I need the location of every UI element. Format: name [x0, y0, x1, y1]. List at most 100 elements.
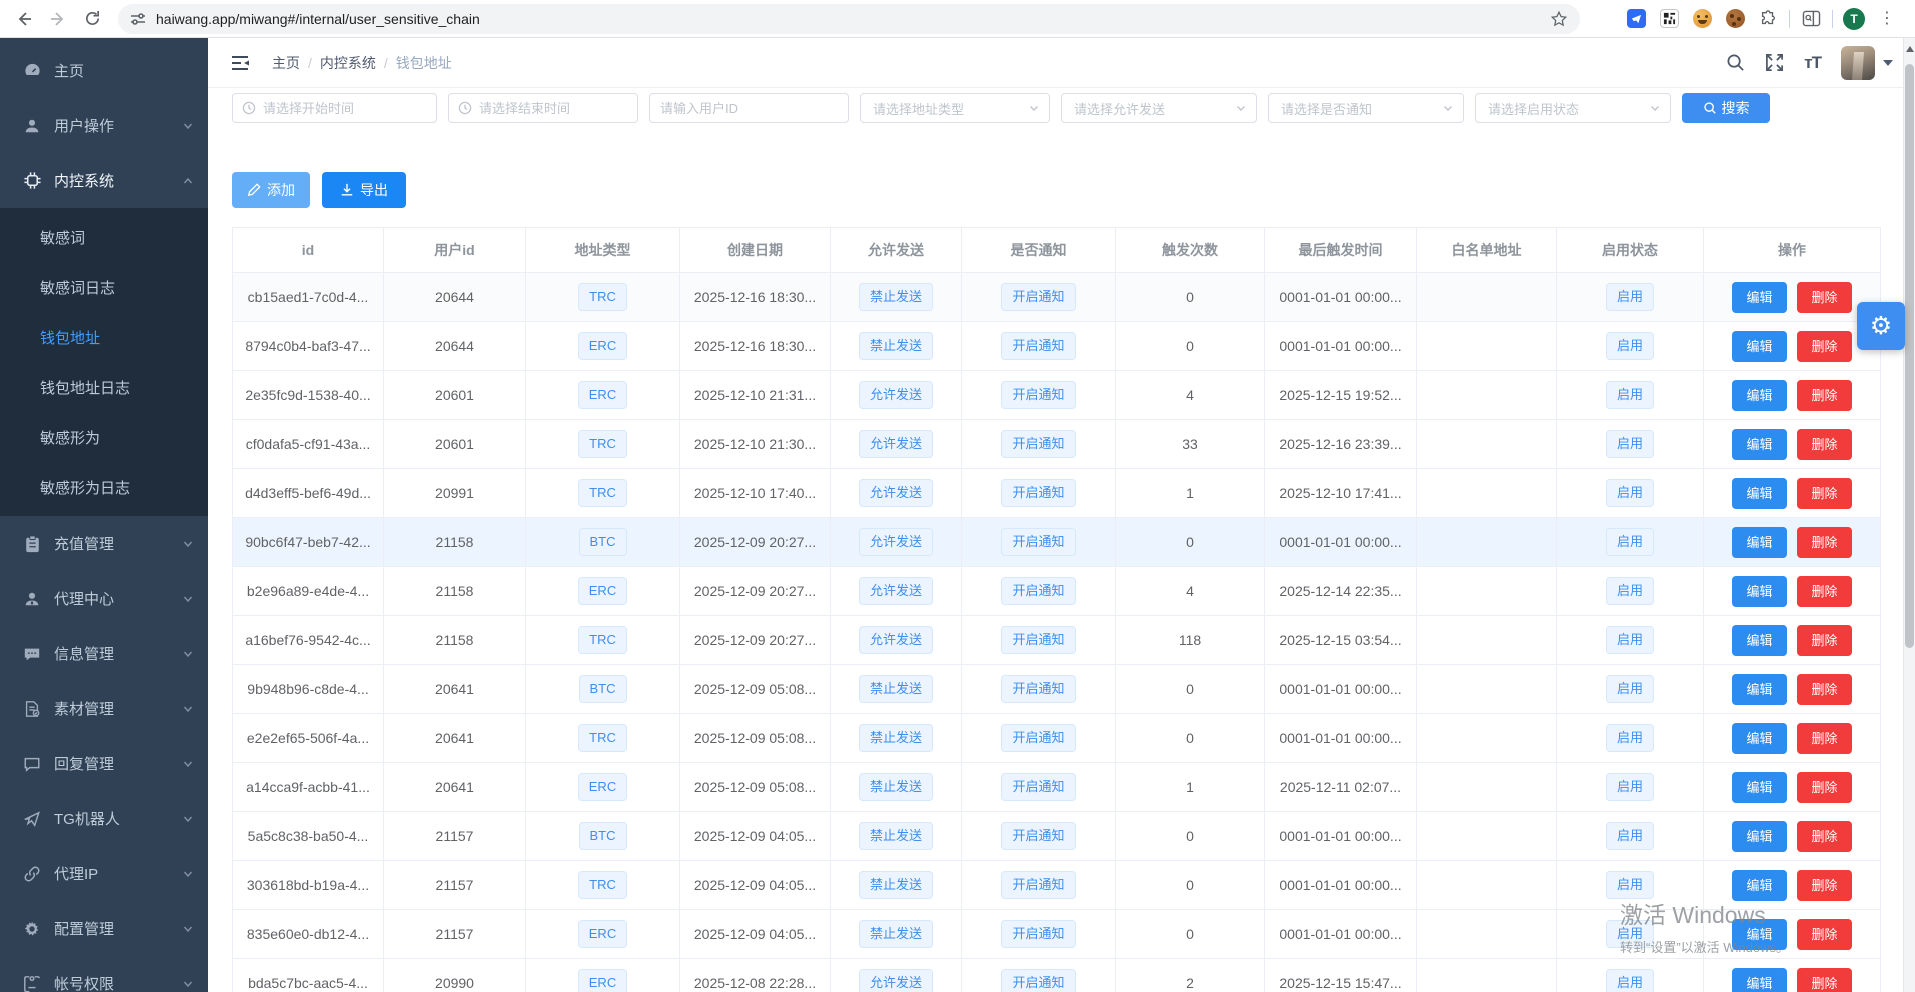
cell-created-date: 2025-12-09 04:05...	[680, 812, 831, 861]
sidebar-item-2[interactable]: 内控系统	[0, 153, 208, 208]
allow-send-tag: 允许发送	[859, 528, 933, 556]
address-type-select[interactable]: 请选择地址类型	[860, 93, 1050, 123]
side-panel-search-icon[interactable]	[1799, 7, 1823, 31]
delete-button[interactable]: 删除	[1797, 870, 1852, 901]
extensions-puzzle-icon[interactable]	[1756, 7, 1780, 31]
cell-last-trigger-time: 0001-01-01 00:00...	[1265, 273, 1417, 322]
sidebar-item-7[interactable]: 回复管理	[0, 736, 208, 791]
notify-select[interactable]: 请选择是否通知	[1268, 93, 1464, 123]
delete-button[interactable]: 删除	[1797, 821, 1852, 852]
edit-button[interactable]: 编辑	[1732, 576, 1787, 607]
edit-button[interactable]: 编辑	[1732, 821, 1787, 852]
sidebar-item-label: 主页	[54, 60, 84, 81]
edit-button[interactable]: 编辑	[1732, 772, 1787, 803]
delete-button[interactable]: 删除	[1797, 331, 1852, 362]
delete-button[interactable]: 删除	[1797, 968, 1852, 992]
bookmark-star-icon[interactable]	[1550, 10, 1568, 28]
delete-button[interactable]: 删除	[1797, 674, 1852, 705]
edit-button[interactable]: 编辑	[1732, 331, 1787, 362]
fullscreen-icon[interactable]	[1765, 53, 1784, 72]
start-time-input[interactable]	[232, 93, 437, 123]
delete-button[interactable]: 删除	[1797, 429, 1852, 460]
end-time-input[interactable]	[448, 93, 638, 123]
sidebar-item-10[interactable]: 配置管理	[0, 901, 208, 956]
site-settings-icon[interactable]	[130, 11, 146, 27]
edit-button[interactable]: 编辑	[1732, 968, 1787, 992]
cell-id: cb15aed1-7c0d-4...	[233, 273, 384, 322]
chevron-down-icon	[182, 868, 194, 880]
edit-button[interactable]: 编辑	[1732, 429, 1787, 460]
edit-button[interactable]: 编辑	[1732, 625, 1787, 656]
edit-button[interactable]: 编辑	[1732, 282, 1787, 313]
search-icon[interactable]	[1726, 53, 1745, 72]
user-id-input[interactable]	[649, 93, 849, 123]
breadcrumb-internal-system[interactable]: 内控系统	[320, 53, 376, 73]
qr-extension-icon[interactable]	[1657, 7, 1681, 31]
sidebar-subitem-1[interactable]: 敏感词日志	[0, 262, 208, 312]
notify-tag: 开启通知	[1001, 528, 1075, 556]
delete-button[interactable]: 删除	[1797, 527, 1852, 558]
sidebar-item-9[interactable]: 代理IP	[0, 846, 208, 901]
delete-button[interactable]: 删除	[1797, 625, 1852, 656]
delete-button[interactable]: 删除	[1797, 380, 1852, 411]
edit-button[interactable]: 编辑	[1732, 380, 1787, 411]
add-button[interactable]: 添加	[232, 172, 310, 208]
export-button[interactable]: 导出	[322, 172, 406, 208]
cookie-extension-icon[interactable]	[1723, 7, 1747, 31]
delete-button[interactable]: 删除	[1797, 772, 1852, 803]
delete-button[interactable]: 删除	[1797, 576, 1852, 607]
browser-profile-avatar[interactable]: T	[1842, 7, 1866, 31]
sidebar-item-5[interactable]: 信息管理	[0, 626, 208, 681]
breadcrumb-home[interactable]: 主页	[272, 53, 300, 73]
address-type-tag: BTC	[579, 822, 627, 850]
sidebar-subitem-3[interactable]: 钱包地址日志	[0, 362, 208, 412]
reload-icon[interactable]	[78, 5, 106, 33]
allow-send-select[interactable]: 请选择允许发送	[1061, 93, 1257, 123]
sidebar-subitem-5[interactable]: 敏感形为日志	[0, 462, 208, 512]
delete-button[interactable]: 删除	[1797, 919, 1852, 950]
back-icon[interactable]	[10, 5, 38, 33]
sidebar-item-3[interactable]: 充值管理	[0, 516, 208, 571]
cell-last-trigger-time: 2025-12-15 19:52...	[1265, 371, 1417, 420]
forward-icon[interactable]	[44, 5, 72, 33]
start-time-input[interactable]	[233, 94, 436, 122]
delete-button[interactable]: 删除	[1797, 478, 1852, 509]
font-size-icon[interactable]: ᴛT	[1804, 53, 1821, 73]
end-time-input[interactable]	[449, 94, 637, 122]
edit-button[interactable]: 编辑	[1732, 674, 1787, 705]
edit-button[interactable]: 编辑	[1732, 723, 1787, 754]
delete-button[interactable]: 删除	[1797, 723, 1852, 754]
address-type-tag: BTC	[579, 528, 627, 556]
user-id-input[interactable]	[650, 94, 848, 122]
page-scrollbar[interactable]	[1903, 38, 1915, 992]
sidebar-subitem-2[interactable]: 钱包地址	[0, 312, 208, 362]
sidebar-item-label: 帐号权限	[54, 973, 114, 992]
sidebar-item-11[interactable]: 帐号权限	[0, 956, 208, 992]
enable-status-select[interactable]: 请选择启用状态	[1475, 93, 1671, 123]
address-bar[interactable]: haiwang.app/miwang#/internal/user_sensit…	[118, 4, 1580, 34]
address-type-tag: TRC	[578, 283, 627, 311]
cell-last-trigger-time: 2025-12-15 03:54...	[1265, 616, 1417, 665]
scrollbar-up-arrow[interactable]	[1906, 46, 1914, 52]
telegram-extension-icon[interactable]	[1624, 7, 1648, 31]
sidebar-item-4[interactable]: 代理中心	[0, 571, 208, 626]
edit-button[interactable]: 编辑	[1732, 919, 1787, 950]
edit-button[interactable]: 编辑	[1732, 478, 1787, 509]
sidebar-subitem-0[interactable]: 敏感词	[0, 212, 208, 262]
avatar-dropdown-caret[interactable]	[1883, 60, 1893, 66]
edit-button[interactable]: 编辑	[1732, 870, 1787, 901]
sidebar-subitem-4[interactable]: 敏感形为	[0, 412, 208, 462]
sidebar-item-8[interactable]: TG机器人	[0, 791, 208, 846]
emoji-extension-icon[interactable]	[1690, 7, 1714, 31]
settings-gear-fab[interactable]: ⚙	[1857, 302, 1905, 350]
browser-menu-icon[interactable]: ⋮	[1875, 7, 1899, 31]
sidebar-item-6[interactable]: 素材管理	[0, 681, 208, 736]
scrollbar-thumb[interactable]	[1905, 64, 1914, 648]
search-button[interactable]: 搜索	[1682, 93, 1770, 123]
delete-button[interactable]: 删除	[1797, 282, 1852, 313]
user-avatar[interactable]	[1841, 46, 1875, 80]
sidebar-item-1[interactable]: 用户操作	[0, 98, 208, 153]
collapse-sidebar-icon[interactable]	[230, 54, 250, 72]
sidebar-item-0[interactable]: 主页	[0, 43, 208, 98]
edit-button[interactable]: 编辑	[1732, 527, 1787, 558]
